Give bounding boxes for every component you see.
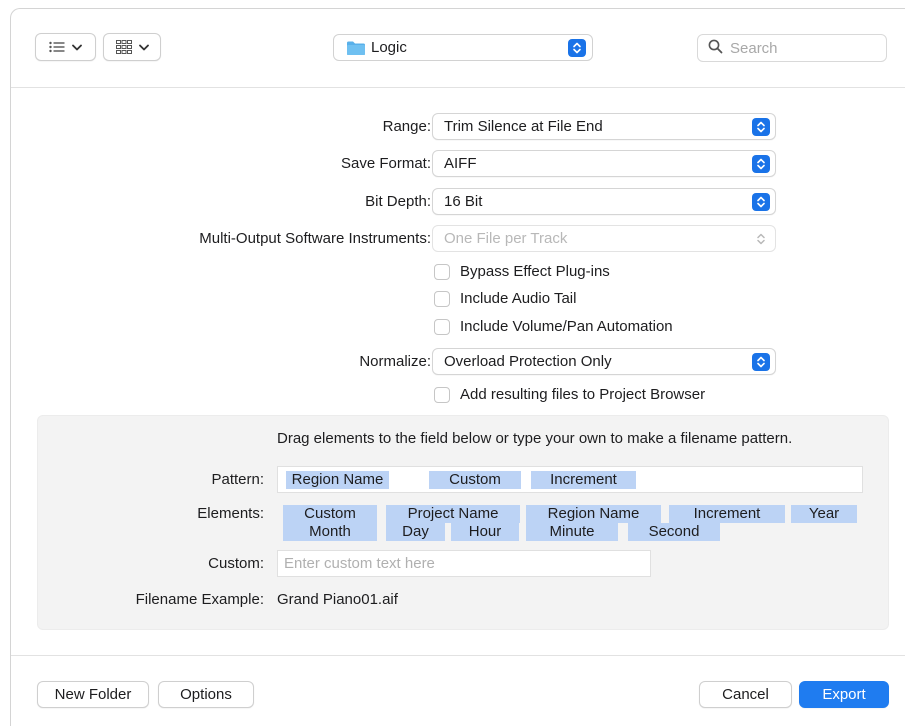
element-token[interactable]: Day [386, 523, 445, 541]
element-token[interactable]: Hour [451, 523, 519, 541]
pattern-field[interactable]: Region Name Custom Increment [277, 466, 863, 493]
pattern-label: Pattern: [211, 471, 264, 488]
bit-depth-label: Bit Depth: [365, 193, 431, 210]
include-automation-checkbox[interactable]: Include Volume/Pan Automation [434, 318, 673, 335]
cancel-button[interactable]: Cancel [699, 681, 792, 708]
element-token[interactable]: Region Name [526, 505, 661, 523]
multi-output-value: One File per Track [444, 230, 568, 247]
toolbar-divider [11, 87, 905, 88]
pattern-token[interactable]: Custom [429, 471, 521, 489]
normalize-popup[interactable]: Overload Protection Only [432, 348, 776, 375]
up-down-stepper-icon [752, 193, 770, 211]
bit-depth-value: 16 Bit [444, 193, 483, 210]
element-token[interactable]: Second [628, 523, 720, 541]
save-format-label: Save Format: [340, 155, 431, 172]
element-token[interactable]: Increment [669, 505, 785, 523]
checkbox-box[interactable] [434, 318, 450, 335]
custom-text-input[interactable]: Enter custom text here [277, 550, 651, 577]
search-placeholder: Search [730, 39, 778, 57]
filename-pattern-panel: Drag elements to the field below or type… [37, 415, 889, 630]
elements-label: Elements: [197, 505, 264, 522]
footer-divider [11, 655, 905, 656]
pattern-token[interactable]: Region Name [286, 471, 389, 489]
include-audio-tail-checkbox[interactable]: Include Audio Tail [434, 290, 576, 307]
up-down-stepper-icon [752, 155, 770, 173]
range-popup[interactable]: Trim Silence at File End [432, 113, 776, 140]
export-button[interactable]: Export [799, 681, 889, 708]
multi-output-popup: One File per Track [432, 225, 776, 252]
checkbox-box[interactable] [434, 290, 450, 307]
up-down-stepper-icon [568, 39, 586, 57]
range-value: Trim Silence at File End [444, 118, 603, 135]
multi-output-label: Multi-Output Software Instruments: [199, 230, 431, 247]
up-down-stepper-icon [752, 353, 770, 371]
checkbox-label: Bypass Effect Plug-ins [460, 263, 610, 280]
chevron-down-icon [72, 44, 82, 51]
normalize-label: Normalize: [359, 353, 431, 370]
bit-depth-popup[interactable]: 16 Bit [432, 188, 776, 215]
element-token[interactable]: Year [791, 505, 857, 523]
grid-icon [115, 40, 132, 54]
checkbox-label: Include Volume/Pan Automation [460, 318, 673, 335]
save-format-value: AIFF [444, 155, 477, 172]
location-popup[interactable]: Logic [333, 34, 593, 61]
options-button[interactable]: Options [158, 681, 254, 708]
checkbox-box[interactable] [434, 263, 450, 280]
new-folder-button[interactable]: New Folder [37, 681, 149, 708]
element-token[interactable]: Minute [526, 523, 618, 541]
chevron-down-icon [138, 44, 149, 51]
bypass-effects-checkbox[interactable]: Bypass Effect Plug-ins [434, 263, 610, 280]
toolbar: Logic Search [11, 9, 905, 87]
element-token[interactable]: Month [283, 523, 377, 541]
filename-hint: Drag elements to the field below or type… [277, 430, 793, 447]
checkbox-label: Include Audio Tail [460, 290, 577, 307]
list-view-button[interactable] [35, 33, 96, 61]
filename-example-label: Filename Example: [135, 591, 264, 608]
checkbox-box[interactable] [434, 386, 450, 403]
list-icon [49, 41, 65, 53]
add-to-project-browser-checkbox[interactable]: Add resulting files to Project Browser [434, 386, 705, 403]
up-down-stepper-icon [754, 231, 768, 247]
up-down-stepper-icon [752, 118, 770, 136]
element-token[interactable]: Project Name [386, 505, 520, 523]
folder-icon [346, 40, 366, 56]
custom-label: Custom: [208, 555, 264, 572]
export-dialog: Logic Search Range: Trim Silence at File… [10, 8, 905, 726]
pattern-token[interactable]: Increment [531, 471, 636, 489]
range-label: Range: [382, 118, 431, 135]
checkbox-label: Add resulting files to Project Browser [460, 386, 706, 403]
normalize-value: Overload Protection Only [444, 353, 612, 370]
location-label: Logic [371, 39, 407, 56]
search-input[interactable]: Search [697, 34, 887, 62]
element-token[interactable]: Custom [283, 505, 377, 523]
grid-view-button[interactable] [103, 33, 161, 61]
filename-example-value: Grand Piano01.aif [277, 591, 398, 608]
search-icon [708, 39, 723, 58]
save-format-popup[interactable]: AIFF [432, 150, 776, 177]
